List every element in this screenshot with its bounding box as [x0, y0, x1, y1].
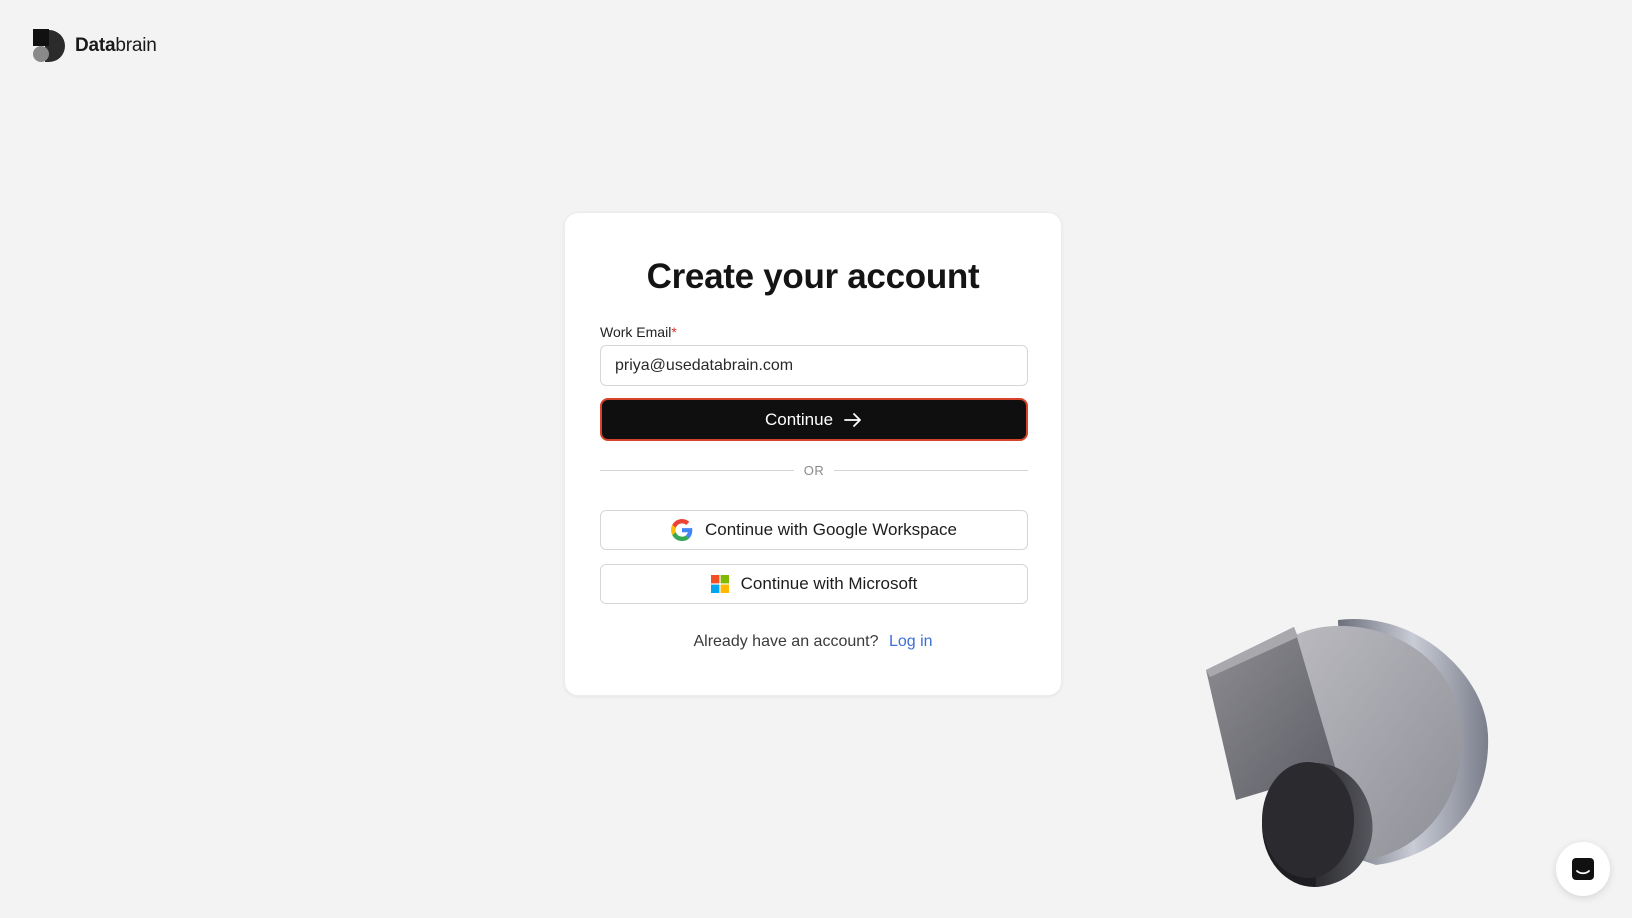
- google-g-icon: [671, 519, 693, 541]
- arrow-right-icon: [844, 412, 861, 427]
- brand-name: Databrain: [75, 35, 157, 57]
- divider-line-right: [834, 469, 1028, 471]
- email-field[interactable]: [600, 345, 1028, 386]
- brand-name-bold: Data: [75, 35, 116, 56]
- email-label-text: Work Email: [600, 324, 672, 340]
- divider-line-left: [600, 469, 794, 471]
- databrain-logo-icon: [33, 29, 65, 62]
- signup-page: Databrain Create your account Work Email…: [0, 0, 1632, 918]
- or-divider: OR: [600, 461, 1028, 479]
- brand-name-regular: brain: [115, 35, 157, 56]
- login-link[interactable]: Log in: [889, 633, 933, 650]
- continue-button-label: Continue: [764, 409, 834, 429]
- chat-launcher-button[interactable]: [1556, 842, 1610, 896]
- decorative-3d-shape: [1206, 618, 1489, 887]
- login-prompt-row: Already have an account? Log in: [565, 633, 1061, 651]
- continue-button[interactable]: Continue: [600, 398, 1028, 441]
- login-prompt-text: Already have an account?: [693, 633, 879, 650]
- chat-launcher-icon: [1572, 858, 1594, 880]
- signup-card: Create your account Work Email* Continue…: [564, 212, 1062, 696]
- email-label: Work Email*: [600, 324, 677, 340]
- microsoft-signin-button[interactable]: Continue with Microsoft: [600, 564, 1028, 604]
- brand-logo[interactable]: Databrain: [33, 29, 157, 63]
- divider-text: OR: [803, 462, 825, 478]
- page-title: Create your account: [646, 257, 980, 296]
- google-button-label: Continue with Google Workspace: [705, 520, 957, 539]
- microsoft-button-label: Continue with Microsoft: [740, 574, 918, 593]
- microsoft-logo-icon: [710, 575, 729, 593]
- required-marker: *: [671, 324, 677, 340]
- google-signin-button[interactable]: Continue with Google Workspace: [600, 510, 1028, 550]
